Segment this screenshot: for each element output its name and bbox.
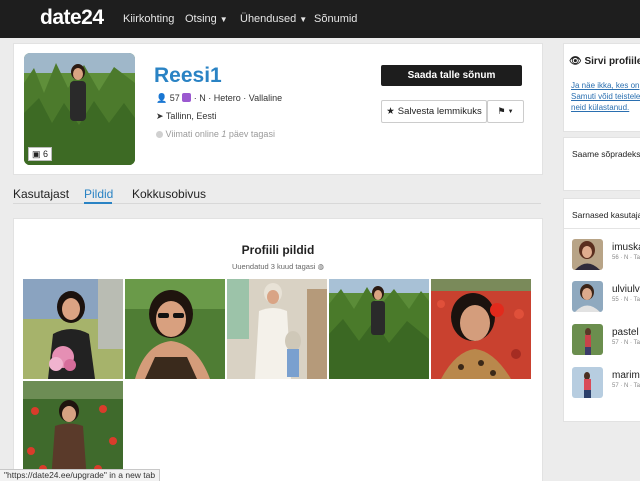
profile-name: Reesi1 [154,64,222,87]
tab-kokkusobivus[interactable]: Kokkusobivus [132,187,206,201]
friends-title: Saame sõpradeks [572,149,640,159]
eye-icon: 👁 [569,56,582,67]
similar-user-name[interactable]: pastel [612,327,639,338]
flag-icon: ⚑ [497,106,506,116]
similar-user-meta: 55 · N · Ta [612,297,640,303]
avatar[interactable] [572,367,603,398]
profile-location: ➤ Tallinn, Eesti [156,111,216,122]
similar-user-name[interactable]: marime [612,370,640,381]
nav-item-kiirkohting[interactable]: Kiirkohting [123,13,174,25]
similar-user-name[interactable]: imuska [612,242,640,253]
photo-woman-red-flowers [23,381,123,481]
avatar[interactable] [572,324,603,355]
gallery-photo[interactable] [23,279,123,379]
gallery-photo[interactable] [329,279,429,379]
friends-card: Saame sõpradeks [563,137,640,191]
similar-user-item[interactable]: pastel 57 · N · Ta [572,324,640,356]
gallery-photo[interactable] [227,279,327,379]
star-icon: ★ [386,106,395,117]
profile-main-photo[interactable]: ▣ 6 [24,53,135,165]
report-dropdown-button[interactable]: ⚑ ▼ [487,100,524,123]
photo-woman-with-flowers [23,279,123,379]
similar-user-item[interactable]: marime 57 · N · Ta [572,367,640,399]
similar-user-item[interactable]: imuska 56 · N · Ta [572,239,640,271]
similar-user-meta: 57 · N · Ta [612,383,640,389]
top-navbar: date24 Kiirkohting Otsing ▼ Ühendused ▼ Sõ… [0,0,640,38]
similar-users-card: Sarnased kasutaja imuska 56 · N · Ta ulv… [563,198,640,422]
similar-user-meta: 57 · N · Ta [612,340,640,346]
chevron-down-icon: ▼ [507,108,514,115]
profile-photos-card: Profiili pildid Uuendatud 3 kuud tagasi … [13,218,543,481]
tab-kasutajast[interactable]: Kasutajast [13,187,69,201]
photo-woman-sunglasses [125,279,225,379]
photo-count-badge[interactable]: ▣ 6 [28,147,53,161]
gallery-photo[interactable] [125,279,225,379]
gallery-photo[interactable] [23,381,123,481]
profile-location-text: Tallinn, Eesti [165,111,217,121]
chevron-down-icon: ▼ [299,15,308,24]
photo-woman-poppy-field [431,279,531,379]
upgrade-link-line[interactable]: neid külastanud. [571,102,629,113]
nav-item-otsing[interactable]: Otsing ▼ [185,13,228,25]
gallery-photo[interactable] [431,279,531,379]
similar-user-name[interactable]: ulviulvi [612,284,640,295]
nav-item-uhendused[interactable]: Ühendused ▼ [240,13,307,25]
date24-logo[interactable]: date24 [40,6,104,30]
profile-card: ▣ 6 Reesi1 👤 57 · N · Hetero · Vallaline… [13,43,543,175]
gallery-updated: Uuendatud 3 kuud tagasi ◍ [231,262,325,271]
photo-woman-indoors-with-child [227,279,327,379]
upgrade-link-line[interactable]: Samuti võid teistele [571,91,640,102]
avatar[interactable] [572,239,603,270]
location-arrow-icon: ➤ [156,111,164,121]
upgrade-title: 👁 Sirvi profiile n [569,56,640,67]
divider [564,228,640,229]
zodiac-icon [182,93,192,102]
user-icon: 👤 [156,93,168,103]
similar-users-title: Sarnased kasutaja [572,210,640,220]
photo-woman-in-hemp-field [329,279,429,379]
gallery-title: Profiili pildid [241,243,315,257]
profile-age: 57 [169,93,180,103]
profile-detail-text: · N · Hetero · Vallaline [193,93,283,103]
browser-status-bar: "https://date24.ee/upgrade" in a new tab [0,469,161,481]
similar-user-meta: 56 · N · Ta [612,255,640,261]
active-tab-indicator [84,202,112,204]
save-favorite-button[interactable]: ★ Salvesta lemmikuks [381,100,487,123]
image-icon: ▣ [32,149,41,159]
upgrade-promo-card: 👁 Sirvi profiile n Ja näe ikka, kes on S… [563,43,640,132]
similar-user-item[interactable]: ulviulvi 55 · N · Ta [572,281,640,313]
profile-last-online: Viimati online 1 päev tagasi [156,129,275,139]
upgrade-link-line[interactable]: Ja näe ikka, kes on [571,80,639,91]
tab-pildid[interactable]: Pildid [84,187,113,201]
avatar[interactable] [572,281,603,312]
profile-details: 👤 57 · N · Hetero · Vallaline [156,93,282,104]
nav-item-sonumid[interactable]: Sõnumid [314,13,357,25]
chevron-down-icon: ▼ [219,15,228,24]
send-message-button[interactable]: Saada talle sõnum [381,65,522,86]
globe-icon: ◍ [317,262,325,271]
status-dot-icon [156,131,163,138]
